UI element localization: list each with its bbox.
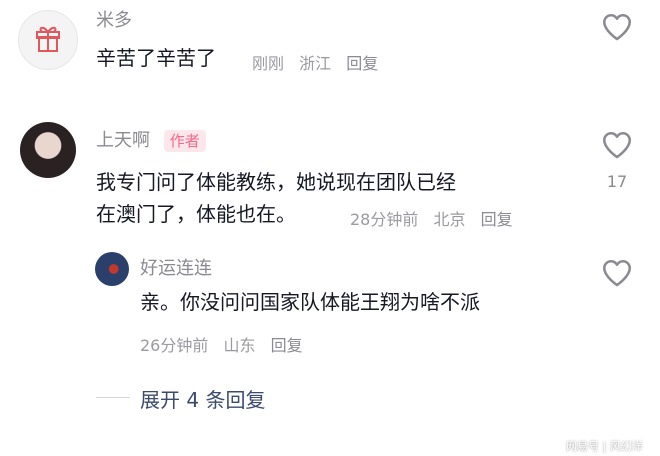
comment-meta: 28分钟前 北京 回复 (350, 206, 523, 230)
comment-location: 北京 (433, 210, 466, 229)
commenter-name[interactable]: 米多 (96, 6, 132, 32)
author-badge: 作者 (163, 130, 206, 152)
commenter-name[interactable]: 好运连连 (140, 254, 212, 280)
heart-outline-icon[interactable] (600, 10, 634, 44)
comment-meta: 26分钟前 山东 回复 (140, 332, 313, 356)
avatar-midu[interactable] (18, 10, 78, 70)
expand-divider (96, 397, 130, 398)
reply-button[interactable]: 回复 (346, 54, 378, 73)
comment-time: 26分钟前 (140, 336, 209, 355)
comment-meta: 刚刚 浙江 回复 (252, 50, 388, 74)
comment-location: 山东 (223, 336, 256, 355)
avatar-shangtian[interactable] (20, 122, 76, 178)
comment-time: 刚刚 (252, 54, 285, 73)
avatar-haoyun[interactable] (95, 252, 129, 286)
heart-outline-icon[interactable] (600, 256, 634, 290)
like-count: 17 (606, 172, 628, 191)
reply-button[interactable]: 回复 (481, 210, 513, 229)
comment-text-line: 我专门问了体能教练，她说现在团队已经 (96, 170, 456, 194)
commenter-name-text: 上天啊 (96, 130, 150, 151)
gift-icon (36, 26, 60, 52)
heart-outline-icon[interactable] (600, 128, 634, 162)
comment-location: 浙江 (299, 54, 332, 73)
reply-button[interactable]: 回复 (271, 336, 303, 355)
commenter-name[interactable]: 上天啊 作者 (96, 126, 206, 152)
comment-text: 辛苦了辛苦了 (96, 46, 216, 70)
comment-time: 28分钟前 (350, 210, 419, 229)
comment-text: 亲。你没问问国家队体能王翔为啥不派 (140, 290, 480, 314)
expand-replies-button[interactable]: 展开 4 条回复 (140, 384, 265, 413)
watermark: 网易号 | 风幻洋 (566, 440, 643, 453)
